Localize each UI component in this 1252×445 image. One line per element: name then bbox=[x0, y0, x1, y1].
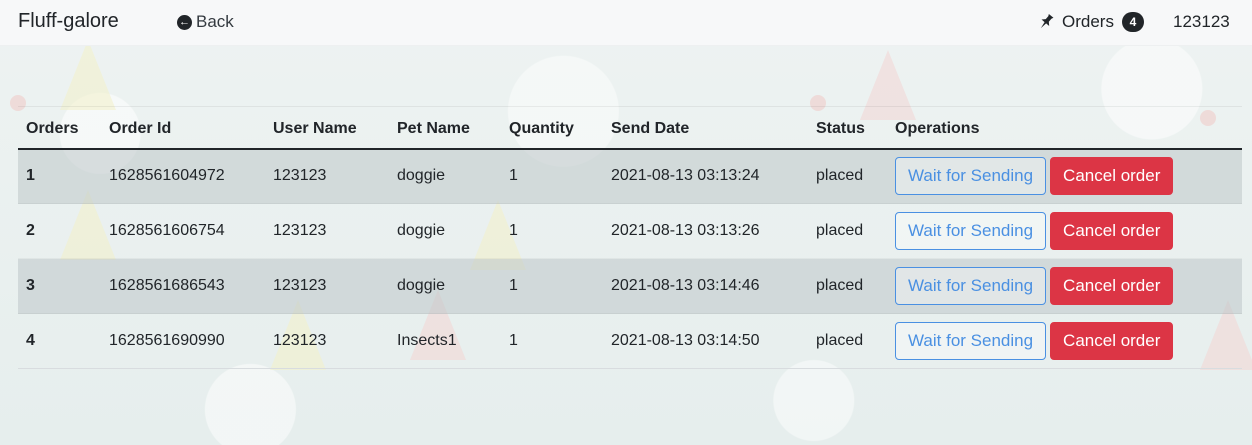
order-number: 3 bbox=[18, 258, 101, 314]
quantity: 1 bbox=[501, 203, 603, 259]
pet-name: doggie bbox=[389, 148, 501, 204]
status: placed bbox=[808, 313, 887, 369]
orders-count-badge: 4 bbox=[1121, 12, 1144, 32]
order-number: 4 bbox=[18, 313, 101, 369]
table-row: 3 1628561686543 123123 doggie 1 2021-08-… bbox=[18, 258, 1242, 314]
back-label: Back bbox=[196, 12, 234, 31]
back-link[interactable]: ← Back bbox=[177, 12, 234, 32]
table-header-row: Orders Order Id User Name Pet Name Quant… bbox=[18, 106, 1242, 150]
user-name: 123123 bbox=[265, 148, 389, 204]
wait-for-sending-button[interactable]: Wait for Sending bbox=[895, 267, 1047, 305]
send-date: 2021-08-13 03:14:46 bbox=[603, 258, 808, 314]
table-row: 4 1628561690990 123123 Insects1 1 2021-0… bbox=[18, 313, 1242, 369]
quantity: 1 bbox=[501, 313, 603, 369]
quantity: 1 bbox=[501, 258, 603, 314]
header-order-id: Order Id bbox=[101, 106, 265, 150]
operations-cell: Wait for Sending Cancel order bbox=[887, 313, 1242, 369]
orders-link[interactable]: Orders 4 bbox=[1038, 12, 1144, 32]
pet-name: doggie bbox=[389, 258, 501, 314]
cancel-order-button[interactable]: Cancel order bbox=[1050, 322, 1174, 360]
quantity: 1 bbox=[501, 148, 603, 204]
status: placed bbox=[808, 258, 887, 314]
operations-cell: Wait for Sending Cancel order bbox=[887, 203, 1242, 259]
orders-label: Orders bbox=[1062, 12, 1114, 31]
header-orders: Orders bbox=[18, 106, 101, 150]
header-user-name: User Name bbox=[265, 106, 389, 150]
order-number: 1 bbox=[18, 148, 101, 204]
status: placed bbox=[808, 148, 887, 204]
orders-table: Orders Order Id User Name Pet Name Quant… bbox=[18, 106, 1242, 369]
top-navbar: Fluff-galore ← Back Orders 4 123123 bbox=[0, 0, 1252, 46]
header-send-date: Send Date bbox=[603, 106, 808, 150]
status: placed bbox=[808, 203, 887, 259]
pin-icon bbox=[1040, 13, 1054, 29]
send-date: 2021-08-13 03:14:50 bbox=[603, 313, 808, 369]
wait-for-sending-button[interactable]: Wait for Sending bbox=[895, 322, 1047, 360]
send-date: 2021-08-13 03:13:24 bbox=[603, 148, 808, 204]
cancel-order-button[interactable]: Cancel order bbox=[1050, 157, 1174, 196]
order-id: 1628561606754 bbox=[101, 203, 265, 259]
header-pet-name: Pet Name bbox=[389, 106, 501, 150]
brand-title[interactable]: Fluff-galore bbox=[18, 10, 119, 33]
user-name: 123123 bbox=[265, 313, 389, 369]
arrow-left-circle-icon: ← bbox=[177, 14, 192, 30]
operations-cell: Wait for Sending Cancel order bbox=[887, 258, 1242, 314]
header-operations: Operations bbox=[887, 106, 1242, 150]
cancel-order-button[interactable]: Cancel order bbox=[1050, 212, 1174, 250]
pet-name: doggie bbox=[389, 203, 501, 259]
username-label[interactable]: 123123 bbox=[1173, 12, 1230, 32]
order-id: 1628561686543 bbox=[101, 258, 265, 314]
user-name: 123123 bbox=[265, 203, 389, 259]
operations-cell: Wait for Sending Cancel order bbox=[887, 148, 1242, 204]
header-status: Status bbox=[808, 106, 887, 150]
order-id: 1628561690990 bbox=[101, 313, 265, 369]
user-name: 123123 bbox=[265, 258, 389, 314]
send-date: 2021-08-13 03:13:26 bbox=[603, 203, 808, 259]
cancel-order-button[interactable]: Cancel order bbox=[1050, 267, 1174, 305]
order-id: 1628561604972 bbox=[101, 148, 265, 204]
order-number: 2 bbox=[18, 203, 101, 259]
table-row: 1 1628561604972 123123 doggie 1 2021-08-… bbox=[18, 148, 1242, 204]
wait-for-sending-button[interactable]: Wait for Sending bbox=[895, 212, 1047, 250]
pet-name: Insects1 bbox=[389, 313, 501, 369]
wait-for-sending-button[interactable]: Wait for Sending bbox=[895, 157, 1047, 196]
orders-table-container: Orders Order Id User Name Pet Name Quant… bbox=[18, 106, 1242, 369]
header-quantity: Quantity bbox=[501, 106, 603, 150]
table-row: 2 1628561606754 123123 doggie 1 2021-08-… bbox=[18, 203, 1242, 259]
tree-decoration bbox=[60, 40, 116, 110]
